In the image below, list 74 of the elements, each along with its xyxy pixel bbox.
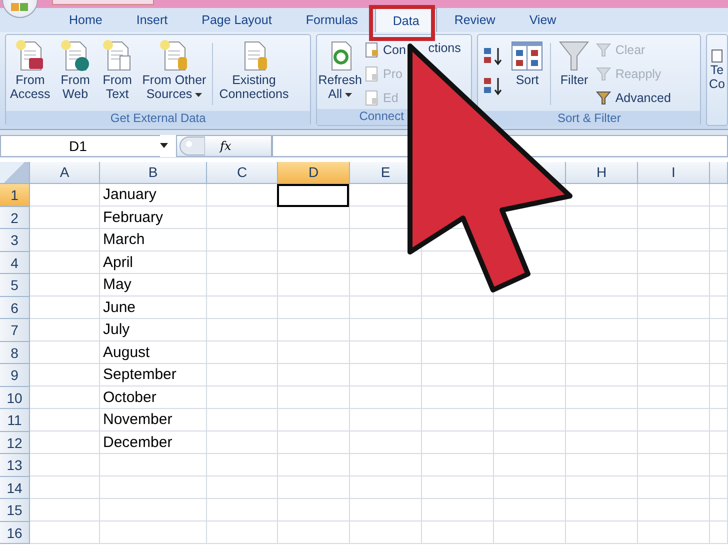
column-header[interactable]: H xyxy=(566,162,638,184)
active-cell[interactable] xyxy=(277,184,349,206)
ribbon-tab[interactable]: Formulas xyxy=(288,8,375,32)
ribbon-button[interactable]: Advanced xyxy=(595,87,672,108)
row-header[interactable]: 7 xyxy=(0,319,30,342)
table-cell-text: May xyxy=(102,275,132,295)
column-header[interactable]: A xyxy=(30,162,100,184)
sort-ascending-icon xyxy=(482,45,504,67)
column-header[interactable]: D xyxy=(278,162,350,184)
table-cell-text: November xyxy=(102,410,174,430)
group-label: Get External Data xyxy=(6,111,310,126)
ribbon-tab[interactable]: Insert xyxy=(119,8,185,32)
document-icon xyxy=(364,42,380,58)
sort-icon xyxy=(510,39,544,73)
name-box[interactable]: D1 xyxy=(0,134,160,156)
table-cell-text: October xyxy=(102,388,158,408)
row-header[interactable]: 6 xyxy=(0,296,30,319)
ribbon-button[interactable]: Te Co xyxy=(707,43,727,97)
funnel-icon xyxy=(596,66,612,82)
row-header[interactable]: 4 xyxy=(0,252,30,274)
sort-descending-button[interactable] xyxy=(482,75,504,97)
row-header[interactable]: 5 xyxy=(0,274,30,296)
document-icon xyxy=(364,66,380,82)
document-icon xyxy=(364,90,380,106)
table-cell-text: December xyxy=(102,432,174,452)
row-header[interactable]: 10 xyxy=(0,386,30,409)
highlight-frame xyxy=(369,5,435,41)
row-header[interactable]: 1 xyxy=(0,184,30,206)
ribbon-tab[interactable]: Page Layout xyxy=(184,8,289,32)
table-cell-text: March xyxy=(102,230,146,250)
ribbon-tab[interactable]: Home xyxy=(52,8,120,32)
row-header[interactable]: 13 xyxy=(0,454,30,476)
insert-function-button[interactable]: fx xyxy=(217,138,234,152)
table-cell-text: September xyxy=(102,365,178,385)
refresh-button[interactable]: Refresh All xyxy=(317,37,363,103)
button-label: ctions xyxy=(428,40,461,56)
row-header[interactable]: 14 xyxy=(0,476,30,499)
column-header[interactable]: B xyxy=(100,162,207,184)
table-cell-text: August xyxy=(102,342,151,362)
column-header[interactable]: I xyxy=(638,162,710,184)
funnel-icon xyxy=(557,39,592,73)
logo-icon xyxy=(11,3,29,12)
zoom-handle-icon[interactable] xyxy=(179,136,205,156)
ribbon-button[interactable]: From Text xyxy=(96,37,138,103)
row-header[interactable]: 2 xyxy=(0,206,30,229)
ribbon-tab[interactable]: Review xyxy=(437,8,512,32)
row-header[interactable]: 11 xyxy=(0,409,30,432)
table-icon xyxy=(711,49,723,63)
table-cell-text: January xyxy=(102,185,158,205)
sort-descending-icon xyxy=(482,75,504,97)
table-cell-text: April xyxy=(102,252,134,272)
ribbon-button[interactable]: From Access xyxy=(6,37,54,103)
column-header[interactable]: C xyxy=(207,162,278,184)
ribbon-button[interactable]: From Other Sources xyxy=(138,37,210,103)
row-header[interactable]: 9 xyxy=(0,364,30,386)
table-cell-text: July xyxy=(102,320,131,340)
table-cell-text: February xyxy=(102,208,164,228)
row-header[interactable]: 3 xyxy=(0,229,30,252)
funnel-icon xyxy=(596,42,612,58)
row-header[interactable]: 8 xyxy=(0,342,30,364)
row-header[interactable]: 15 xyxy=(0,499,30,522)
caret-icon[interactable] xyxy=(160,134,176,156)
sort-ascending-button[interactable] xyxy=(482,45,504,67)
row-header[interactable]: 12 xyxy=(0,432,30,454)
sort-button[interactable]: Sort xyxy=(506,37,548,89)
ribbon-button[interactable]: Existing Connections xyxy=(215,37,293,103)
row-header[interactable]: 16 xyxy=(0,522,30,544)
ribbon-button[interactable]: Con xyxy=(363,39,407,60)
ribbon-button[interactable]: From Web xyxy=(54,37,96,103)
table-cell-text: June xyxy=(102,298,137,318)
filter-button[interactable]: Filter xyxy=(553,37,596,89)
ribbon-tab[interactable]: View xyxy=(512,8,574,32)
ribbon-tab[interactable]: Data xyxy=(374,8,438,32)
funnel-icon xyxy=(596,90,612,106)
